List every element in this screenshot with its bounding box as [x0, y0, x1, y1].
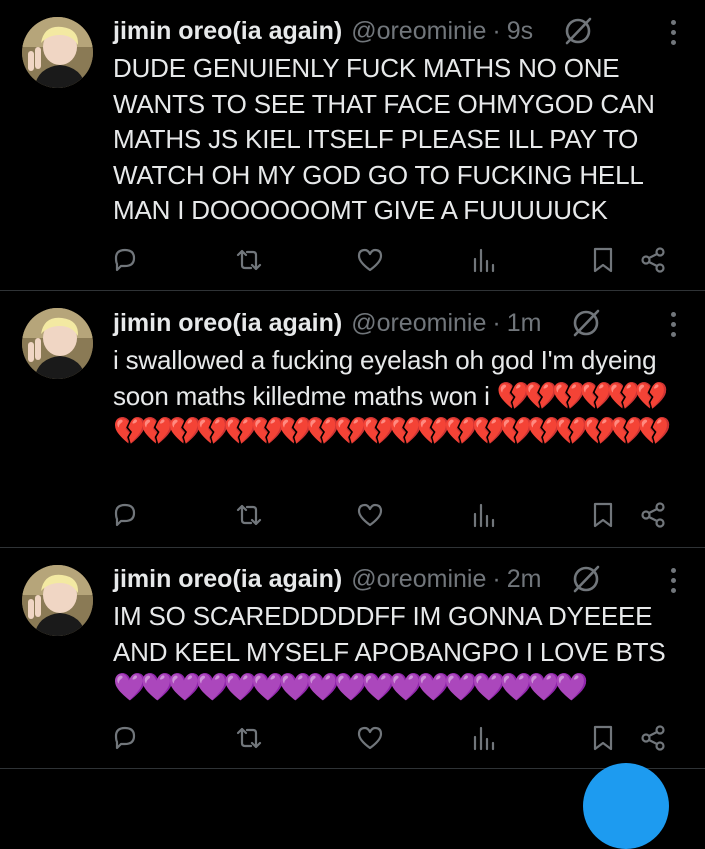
- avatar[interactable]: [22, 565, 93, 636]
- views-icon: [473, 726, 495, 751]
- retweet-button[interactable]: [232, 243, 266, 277]
- grok-icon[interactable]: [569, 562, 603, 596]
- user-handle[interactable]: @oreominie: [351, 565, 486, 594]
- timestamp[interactable]: 1m: [507, 309, 542, 338]
- reply-button[interactable]: [108, 721, 142, 755]
- retweet-icon: [236, 504, 262, 526]
- tweet-header: jimin oreo(ia again) @oreominie · 9s: [113, 13, 685, 49]
- tweet-text-content: IM SO SCAREDDDDDFF IM GONNA DYEEEE AND K…: [113, 601, 666, 667]
- share-icon: [641, 502, 665, 528]
- share-icon: [641, 725, 665, 751]
- views-button[interactable]: [467, 498, 501, 532]
- separator-dot: ·: [492, 16, 501, 45]
- avatar[interactable]: [22, 17, 93, 88]
- like-icon: [357, 503, 383, 527]
- avatar[interactable]: [22, 308, 93, 379]
- more-icon[interactable]: [663, 20, 683, 45]
- more-icon[interactable]: [663, 312, 683, 337]
- compose-button[interactable]: [583, 763, 669, 849]
- tweet[interactable]: jimin oreo(ia again) @oreominie · 1m i s…: [0, 291, 705, 548]
- user-handle[interactable]: @oreominie: [351, 17, 486, 46]
- purple-heart-emoji-row: 💜💜💜💜💜💜💜💜💜💜💜💜💜💜💜💜💜: [113, 672, 589, 702]
- retweet-icon: [236, 727, 262, 749]
- avatar-image: [22, 565, 93, 636]
- separator-dot: ·: [492, 564, 501, 593]
- like-button[interactable]: [353, 243, 387, 277]
- like-icon: [357, 726, 383, 750]
- views-icon: [473, 248, 495, 273]
- tweet-header: jimin oreo(ia again) @oreominie · 2m: [113, 561, 685, 597]
- display-name[interactable]: jimin oreo(ia again): [113, 309, 342, 338]
- tweet[interactable]: jimin oreo(ia again) @oreominie · 2m IM …: [0, 548, 705, 769]
- grok-icon[interactable]: [569, 306, 603, 340]
- share-button[interactable]: [636, 721, 670, 755]
- more-icon[interactable]: [663, 568, 683, 593]
- bookmark-icon: [593, 502, 613, 528]
- tweet-text: IM SO SCAREDDDDDFF IM GONNA DYEEEE AND K…: [113, 599, 685, 706]
- user-handle[interactable]: @oreominie: [351, 309, 486, 338]
- like-button[interactable]: [353, 721, 387, 755]
- action-bar: [108, 243, 670, 277]
- tweet[interactable]: jimin oreo(ia again) @oreominie · 9s DUD…: [0, 0, 705, 291]
- views-button[interactable]: [467, 721, 501, 755]
- tweet-text: DUDE GENUIENLY FUCK MATHS NO ONE WANTS T…: [113, 51, 685, 229]
- bookmark-button[interactable]: [586, 721, 620, 755]
- share-icon: [641, 247, 665, 273]
- bookmark-icon: [593, 247, 613, 273]
- reply-icon: [114, 248, 136, 272]
- bookmark-button[interactable]: [586, 498, 620, 532]
- separator-dot: ·: [492, 308, 501, 337]
- bookmark-icon: [593, 725, 613, 751]
- share-button[interactable]: [636, 498, 670, 532]
- display-name[interactable]: jimin oreo(ia again): [113, 565, 342, 594]
- timeline-feed: jimin oreo(ia again) @oreominie · 9s DUD…: [0, 0, 705, 769]
- tweet-text: i swallowed a fucking eyelash oh god I'm…: [113, 343, 685, 450]
- grok-icon[interactable]: [561, 14, 595, 48]
- share-button[interactable]: [636, 243, 670, 277]
- retweet-button[interactable]: [232, 721, 266, 755]
- reply-button[interactable]: [108, 243, 142, 277]
- bookmark-button[interactable]: [586, 243, 620, 277]
- tweet-header: jimin oreo(ia again) @oreominie · 1m: [113, 305, 685, 341]
- like-button[interactable]: [353, 498, 387, 532]
- action-bar: [108, 721, 670, 755]
- tweet-text-content: DUDE GENUIENLY FUCK MATHS NO ONE WANTS T…: [113, 53, 662, 225]
- avatar-image: [22, 308, 93, 379]
- avatar-image: [22, 17, 93, 88]
- timestamp[interactable]: 2m: [507, 565, 542, 594]
- views-button[interactable]: [467, 243, 501, 277]
- reply-icon: [114, 726, 136, 750]
- action-bar: [108, 498, 670, 532]
- reply-button[interactable]: [108, 498, 142, 532]
- reply-icon: [114, 503, 136, 527]
- display-name[interactable]: jimin oreo(ia again): [113, 17, 342, 46]
- like-icon: [357, 248, 383, 272]
- retweet-button[interactable]: [232, 498, 266, 532]
- retweet-icon: [236, 249, 262, 271]
- views-icon: [473, 503, 495, 528]
- timestamp[interactable]: 9s: [507, 17, 533, 46]
